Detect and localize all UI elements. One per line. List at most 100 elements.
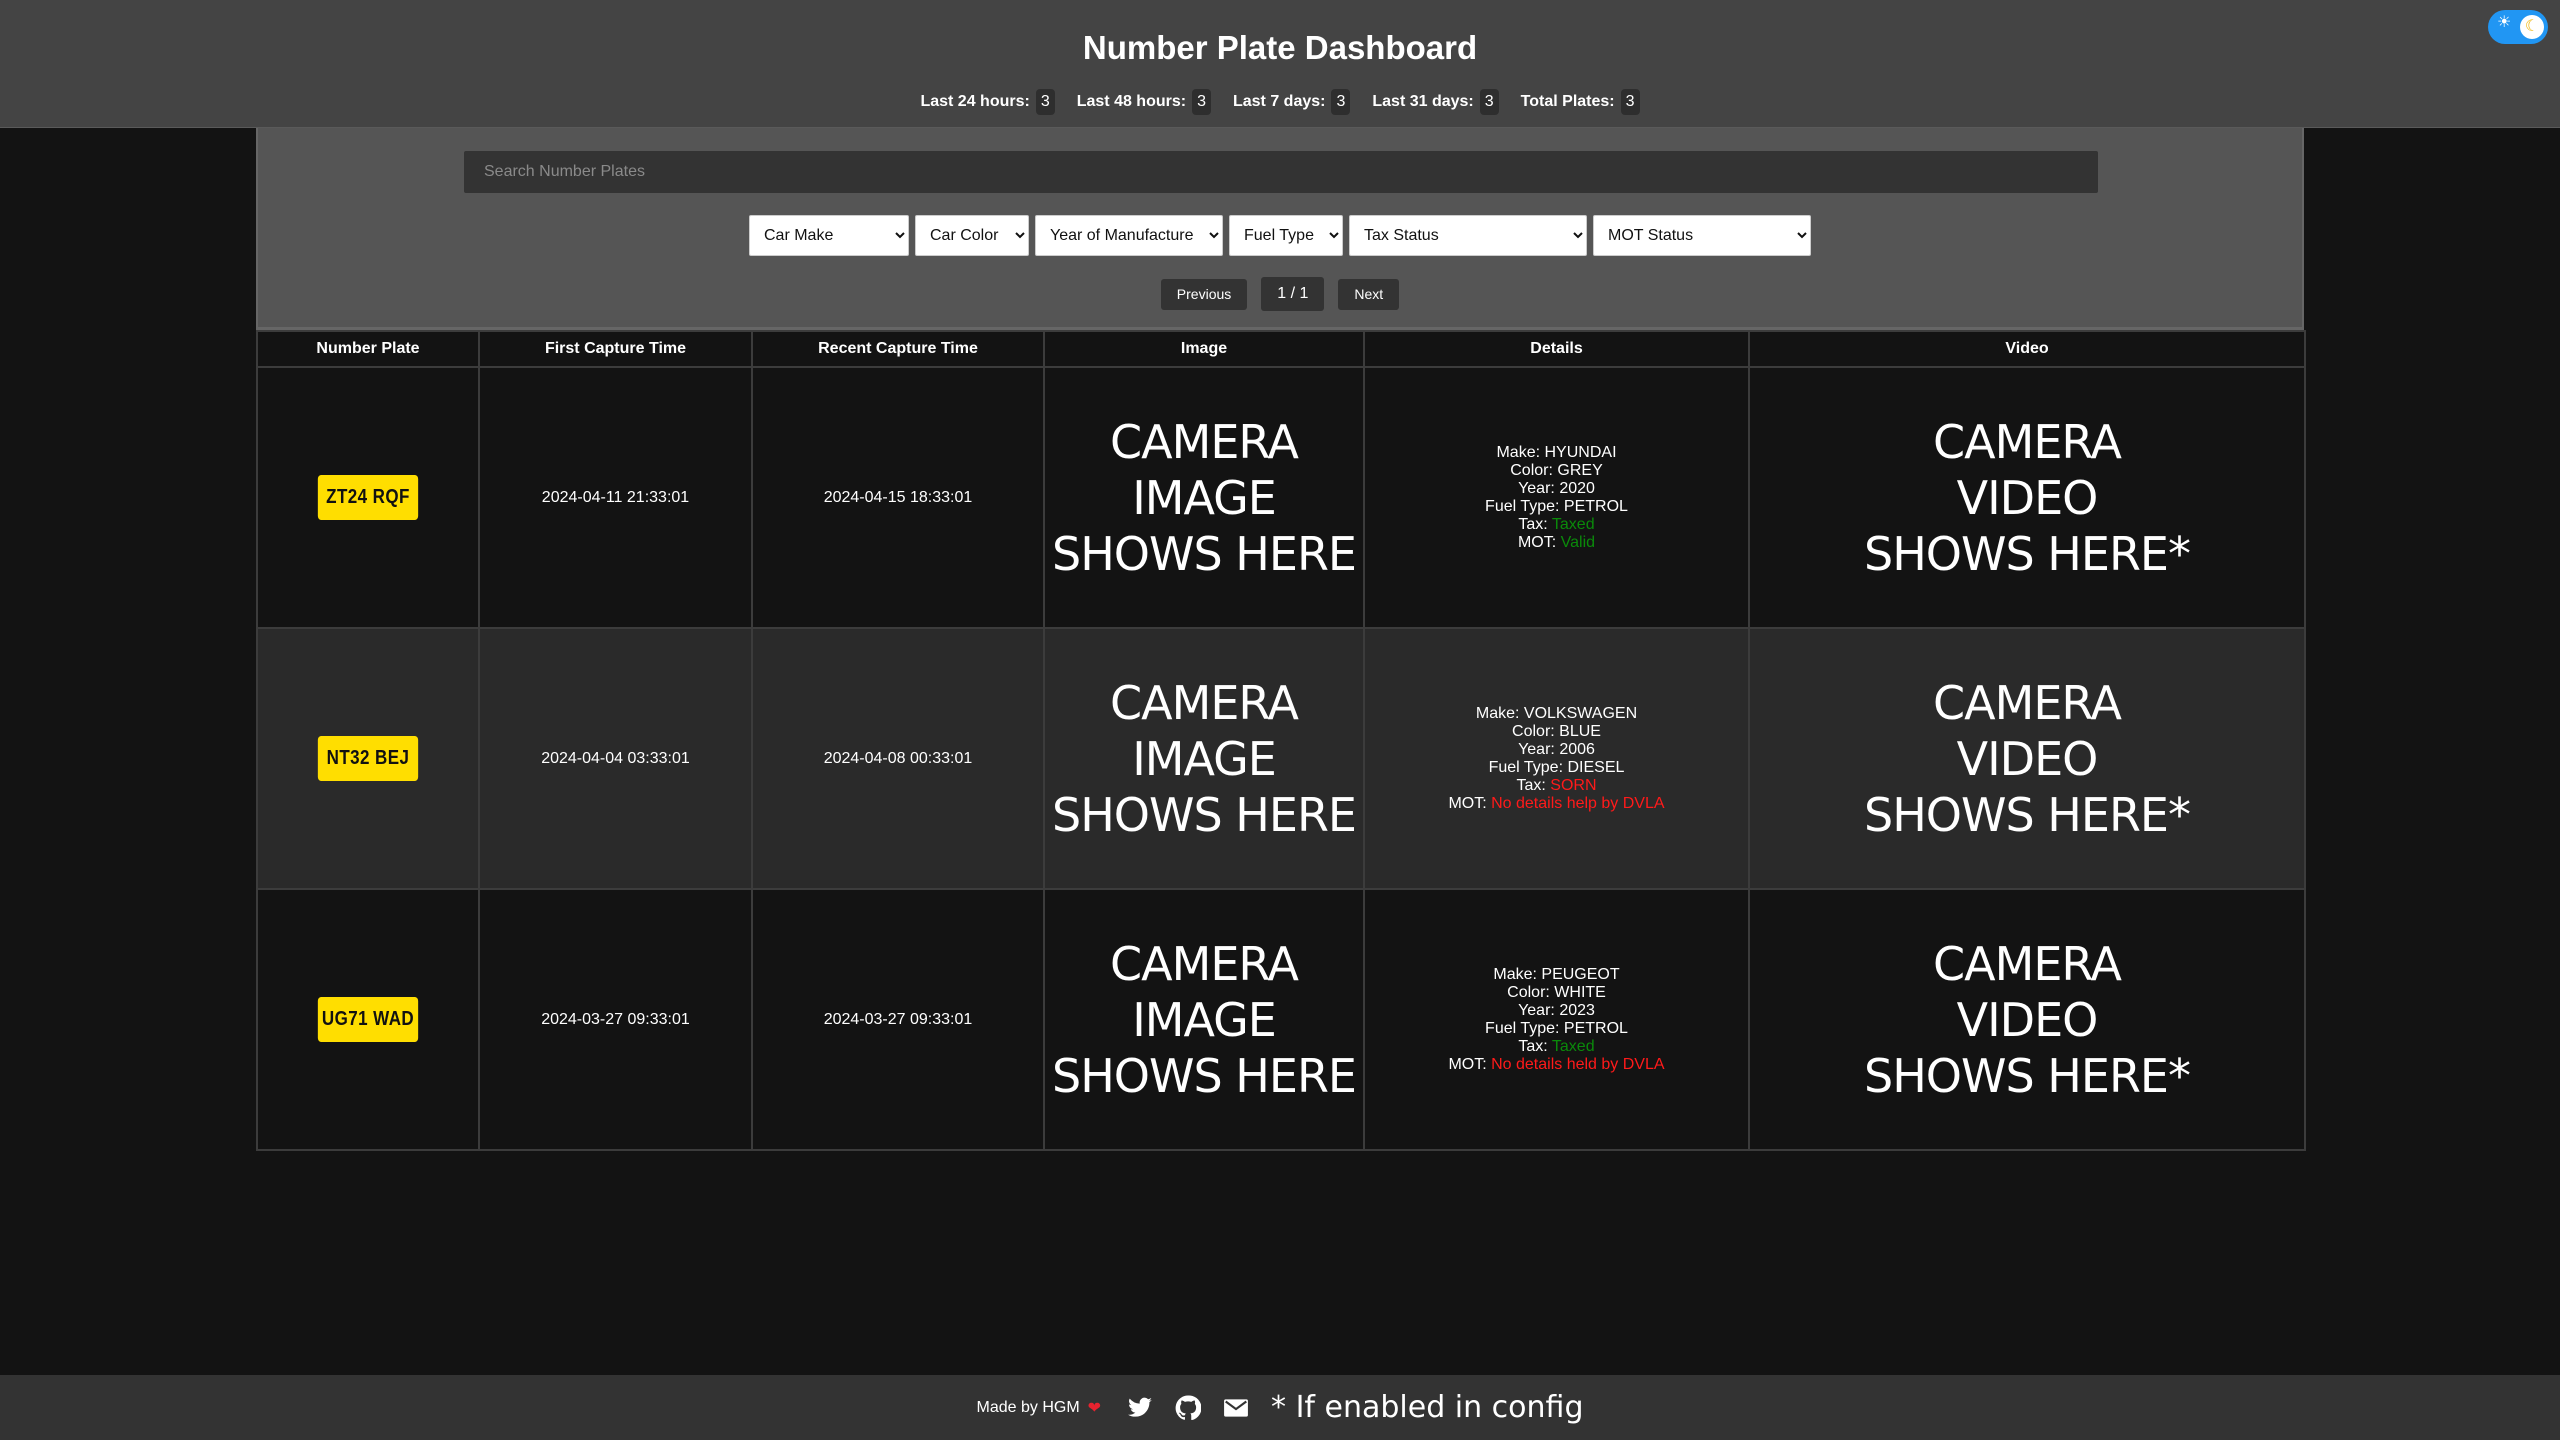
detail-label: Fuel Type: [1488, 758, 1564, 776]
column-header-image: Image [1043, 330, 1365, 368]
detail-label: Year: [1518, 479, 1555, 497]
camera-image-placeholder[interactable]: CAMERA IMAGE SHOWS HERE [1045, 675, 1363, 843]
plate-cell: NT32 BEJ [256, 627, 480, 890]
detail-value: PETROL [1563, 1019, 1628, 1037]
detail-value: VOLKSWAGEN [1523, 704, 1638, 722]
video-cell: CAMERA VIDEO SHOWS HERE* [1748, 627, 2306, 890]
placeholder-line: IMAGE [1132, 992, 1277, 1047]
stat-label: Last 24 hours: [920, 93, 1030, 110]
detail-year: Year: 2006 [1365, 741, 1748, 759]
detail-label: Fuel Type: [1485, 1019, 1560, 1037]
car-color-filter[interactable]: Car Color [915, 215, 1029, 256]
placeholder-line: IMAGE [1132, 731, 1277, 786]
stat-label: Last 31 days: [1372, 93, 1474, 110]
detail-label: Make: [1475, 704, 1520, 722]
detail-color: Color: BLUE [1365, 723, 1748, 741]
recent-capture-cell: 2024-04-15 18:33:01 [751, 366, 1045, 629]
next-button[interactable]: Next [1338, 278, 1400, 310]
detail-tax: Tax: Taxed [1365, 516, 1748, 534]
stat-last-7-days: Last 7 days: 3 [1233, 89, 1351, 115]
tax-status-value: SORN [1550, 776, 1597, 794]
detail-label: Tax: [1516, 776, 1546, 794]
column-header-first-capture[interactable]: First Capture Time [478, 330, 753, 368]
fuel-type-filter[interactable]: Fuel Type [1229, 215, 1343, 256]
vehicle-details: Make: PEUGEOT Color: WHITE Year: 2023 Fu… [1365, 966, 1748, 1074]
first-capture-cell: 2024-04-04 03:33:01 [478, 627, 753, 890]
stat-count: 3 [1620, 89, 1640, 115]
page-footer: Made by HGM ❤ * If enabled in config [0, 1375, 2560, 1440]
detail-year: Year: 2023 [1365, 1002, 1748, 1020]
theme-toggle[interactable]: ☀ ☾ [2488, 10, 2548, 44]
detail-label: Year: [1518, 1001, 1555, 1019]
camera-video-placeholder[interactable]: CAMERA VIDEO SHOWS HERE* [1750, 936, 2304, 1104]
detail-value: 2023 [1559, 1001, 1595, 1019]
table-row: NT32 BEJ 2024-04-04 03:33:01 2024-04-08 … [256, 627, 2306, 890]
detail-mot: MOT: No details help by DVLA [1365, 795, 1748, 813]
controls-panel: Car Make Car Color Year of Manufacture F… [256, 128, 2304, 330]
detail-label: Tax: [1518, 515, 1548, 533]
stat-count: 3 [1331, 89, 1351, 115]
placeholder-line: VIDEO [1956, 992, 2099, 1047]
year-of-manufacture-filter[interactable]: Year of Manufacture [1035, 215, 1223, 256]
detail-fuel: Fuel Type: DIESEL [1365, 759, 1748, 777]
mot-status-value: Valid [1560, 533, 1596, 551]
tax-status-filter[interactable]: Tax Status [1349, 215, 1587, 256]
table-row: UG71 WAD 2024-03-27 09:33:01 2024-03-27 … [256, 888, 2306, 1151]
detail-label: MOT: [1517, 533, 1557, 551]
detail-value: WHITE [1554, 983, 1606, 1001]
details-cell: Make: PEUGEOT Color: WHITE Year: 2023 Fu… [1363, 888, 1750, 1151]
number-plate-badge[interactable]: UG71 WAD [317, 997, 419, 1042]
table-header-row: Number Plate First Capture Time Recent C… [256, 330, 2306, 368]
column-header-recent-capture[interactable]: Recent Capture Time [751, 330, 1045, 368]
placeholder-line: VIDEO [1956, 470, 2099, 525]
config-footnote: * If enabled in config [1271, 1390, 1584, 1425]
mot-status-filter[interactable]: MOT Status [1593, 215, 1811, 256]
plate-cell: UG71 WAD [256, 888, 480, 1151]
page-indicator: 1 / 1 [1261, 277, 1325, 311]
stat-total-plates: Total Plates: 3 [1521, 89, 1640, 115]
detail-label: Fuel Type: [1485, 497, 1560, 515]
detail-value: PETROL [1563, 497, 1628, 515]
detail-value: HYUNDAI [1544, 443, 1617, 461]
vehicle-details: Make: VOLKSWAGEN Color: BLUE Year: 2006 … [1365, 705, 1748, 813]
detail-fuel: Fuel Type: PETROL [1365, 498, 1748, 516]
detail-make: Make: HYUNDAI [1365, 444, 1748, 462]
placeholder-line: SHOWS HERE* [1864, 787, 2191, 842]
detail-mot: MOT: No details held by DVLA [1365, 1056, 1748, 1074]
tax-status-value: Taxed [1551, 1037, 1595, 1055]
number-plate-badge[interactable]: ZT24 RQF [317, 475, 419, 520]
camera-image-placeholder[interactable]: CAMERA IMAGE SHOWS HERE [1045, 936, 1363, 1104]
github-icon[interactable] [1175, 1395, 1202, 1421]
detail-value: 2020 [1559, 479, 1595, 497]
recent-capture-cell: 2024-03-27 09:33:01 [751, 888, 1045, 1151]
sun-icon: ☀ [2497, 14, 2512, 31]
pagination: Previous 1 / 1 Next [258, 277, 2302, 311]
camera-video-placeholder[interactable]: CAMERA VIDEO SHOWS HERE* [1750, 414, 2304, 582]
previous-button[interactable]: Previous [1160, 278, 1248, 310]
placeholder-line: CAMERA [1933, 675, 2122, 730]
camera-video-placeholder[interactable]: CAMERA VIDEO SHOWS HERE* [1750, 675, 2304, 843]
placeholder-line: SHOWS HERE [1052, 787, 1357, 842]
email-icon[interactable] [1223, 1395, 1249, 1421]
column-header-number-plate[interactable]: Number Plate [256, 330, 480, 368]
search-input[interactable] [464, 151, 2098, 193]
placeholder-line: VIDEO [1956, 731, 2099, 786]
twitter-icon[interactable] [1127, 1395, 1153, 1421]
main-container: Car Make Car Color Year of Manufacture F… [256, 128, 2306, 1151]
tax-status-value: Taxed [1551, 515, 1595, 533]
made-by-text: Made by HGM [976, 1398, 1080, 1416]
placeholder-line: SHOWS HERE [1052, 526, 1357, 581]
detail-label: MOT: [1448, 794, 1487, 812]
placeholder-line: CAMERA [1110, 675, 1299, 730]
detail-fuel: Fuel Type: PETROL [1365, 1020, 1748, 1038]
placeholder-line: SHOWS HERE* [1864, 1048, 2191, 1103]
stat-last-31-days: Last 31 days: 3 [1372, 89, 1499, 115]
car-make-filter[interactable]: Car Make [749, 215, 909, 256]
placeholder-line: CAMERA [1110, 414, 1299, 469]
number-plate-badge[interactable]: NT32 BEJ [317, 736, 419, 781]
image-cell: CAMERA IMAGE SHOWS HERE [1043, 627, 1365, 890]
camera-image-placeholder[interactable]: CAMERA IMAGE SHOWS HERE [1045, 414, 1363, 582]
page-header: Number Plate Dashboard Last 24 hours: 3 … [0, 0, 2560, 128]
page-title: Number Plate Dashboard [1082, 29, 1478, 66]
detail-value: 2006 [1559, 740, 1595, 758]
